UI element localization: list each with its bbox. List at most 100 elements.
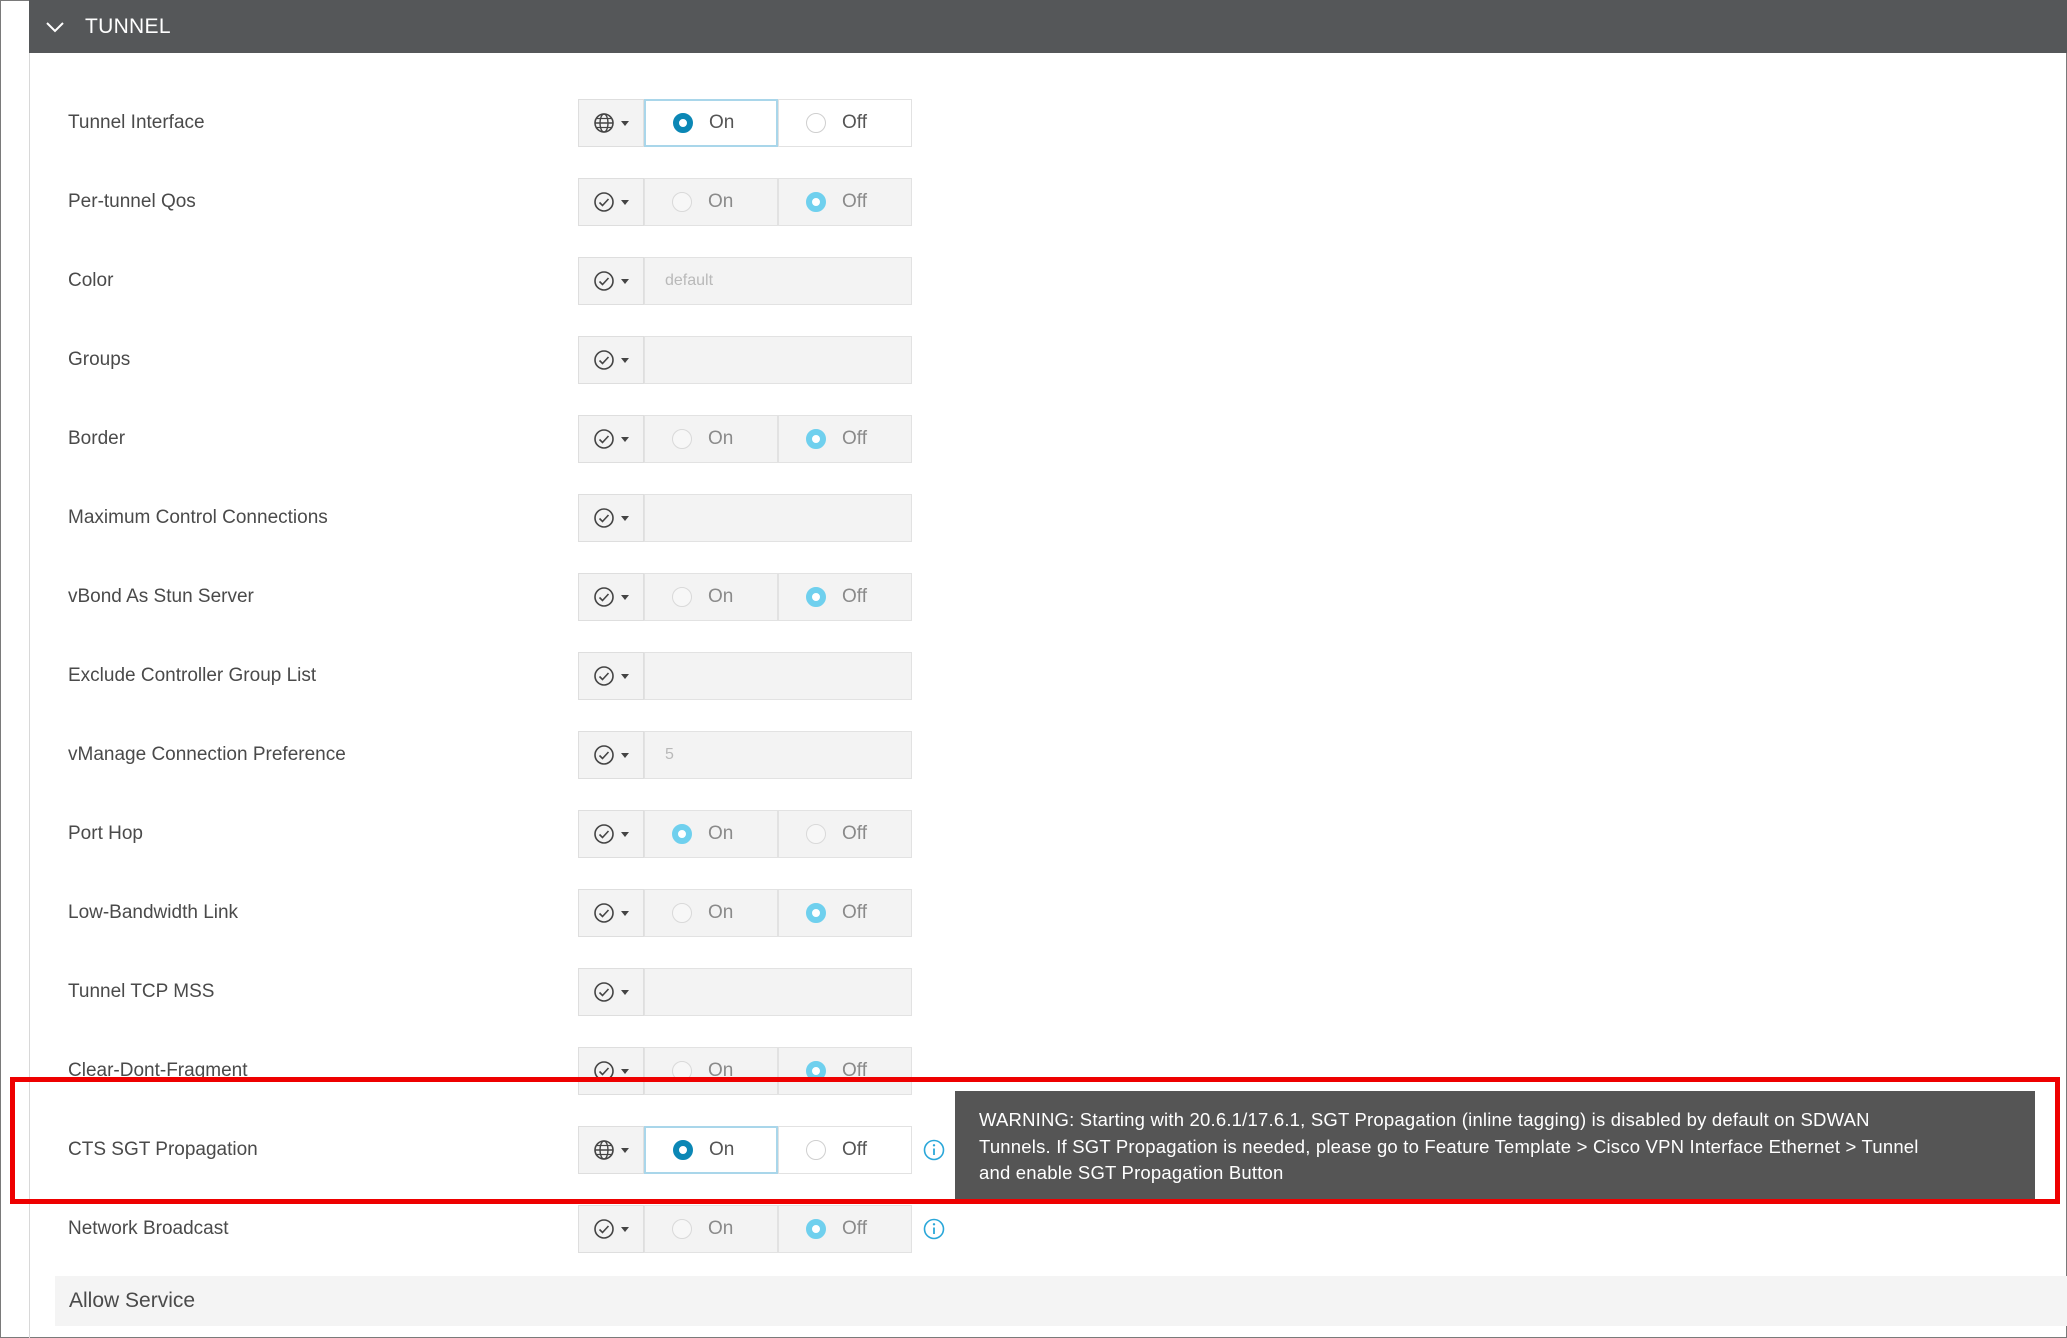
chevron-down-icon[interactable] <box>43 15 67 39</box>
radio-label: On <box>708 1218 734 1239</box>
field-label: Network Broadcast <box>68 1218 229 1239</box>
form-row: Maximum Control Connections <box>0 492 2067 544</box>
scope-dropdown[interactable] <box>578 336 644 384</box>
scope-dropdown[interactable] <box>578 178 644 226</box>
radio-label: Off <box>842 823 867 844</box>
scope-dropdown[interactable] <box>578 1205 644 1253</box>
field-label: Low-Bandwidth Link <box>68 902 239 923</box>
radio-option-on[interactable]: On <box>644 810 778 858</box>
form-row: Port Hop On Off <box>0 808 2067 860</box>
scope-dropdown[interactable] <box>578 257 644 305</box>
info-icon[interactable] <box>923 1218 945 1240</box>
scope-dropdown[interactable] <box>578 652 644 700</box>
form-row: Border On Off <box>0 413 2067 465</box>
radio-selected-icon <box>806 587 826 607</box>
scope-dropdown[interactable] <box>578 494 644 542</box>
form-row: Tunnel Interface On Off <box>0 97 2067 149</box>
radio-option-off[interactable]: Off <box>778 99 912 147</box>
field-label: Groups <box>68 349 131 370</box>
check-circle-icon <box>593 428 615 450</box>
scope-dropdown[interactable] <box>578 731 644 779</box>
radio-option-on[interactable]: On <box>644 99 778 147</box>
scope-dropdown[interactable] <box>578 889 644 937</box>
form-row: Tunnel TCP MSS <box>0 966 2067 1018</box>
radio-option-on[interactable]: On <box>644 573 778 621</box>
radio-option-off[interactable]: Off <box>778 178 912 226</box>
radio-option-off[interactable]: Off <box>778 573 912 621</box>
radio-label: On <box>708 586 734 607</box>
check-circle-icon <box>593 902 615 924</box>
radio-option-on[interactable]: On <box>644 889 778 937</box>
text-input[interactable] <box>644 494 912 542</box>
form-row: vBond As Stun Server On Off <box>0 571 2067 623</box>
form-row: Color default <box>0 255 2067 307</box>
check-circle-icon <box>593 1218 615 1240</box>
radio-label: On <box>708 902 734 923</box>
text-input[interactable]: 5 <box>644 731 912 779</box>
check-circle-icon <box>593 586 615 608</box>
tooltip-line: Tunnels. If SGT Propagation is needed, p… <box>979 1135 1919 1157</box>
radio-option-off[interactable]: Off <box>778 889 912 937</box>
text-input[interactable] <box>644 336 912 384</box>
check-circle-icon <box>593 981 615 1003</box>
form-row: Low-Bandwidth Link On Off <box>0 887 2067 939</box>
radio-selected-icon <box>806 429 826 449</box>
scope-dropdown[interactable] <box>578 573 644 621</box>
radio-selected-icon <box>806 1219 826 1239</box>
radio-label: Off <box>842 1218 867 1239</box>
text-input[interactable]: default <box>644 257 912 305</box>
radio-label: Off <box>842 902 867 923</box>
radio-option-off[interactable]: Off <box>778 1205 912 1253</box>
check-circle-icon <box>593 665 615 687</box>
radio-option-on[interactable]: On <box>644 1205 778 1253</box>
caret-down-icon <box>621 436 629 442</box>
radio-label: Off <box>842 112 867 133</box>
caret-down-icon <box>621 1068 629 1074</box>
check-circle-icon <box>593 191 615 213</box>
globe-icon <box>593 112 615 134</box>
radio-unselected-icon <box>806 824 826 844</box>
radio-unselected-icon <box>672 903 692 923</box>
tunnel-section-header[interactable]: TUNNEL <box>29 0 2067 53</box>
field-label: Tunnel TCP MSS <box>68 981 215 1002</box>
radio-unselected-icon <box>672 1219 692 1239</box>
field-label: Exclude Controller Group List <box>68 665 317 686</box>
form-row: Per-tunnel Qos On Off <box>0 176 2067 228</box>
radio-option-off[interactable]: Off <box>778 810 912 858</box>
scope-dropdown[interactable] <box>578 99 644 147</box>
caret-down-icon <box>621 910 629 916</box>
allow-service-section[interactable]: Allow Service <box>55 1276 2067 1326</box>
text-input[interactable] <box>644 652 912 700</box>
text-input[interactable] <box>644 968 912 1016</box>
caret-down-icon <box>621 515 629 521</box>
section-title: TUNNEL <box>85 14 171 38</box>
field-label: Port Hop <box>68 823 143 844</box>
radio-option-on[interactable]: On <box>644 178 778 226</box>
warning-tooltip: WARNING: Starting with 20.6.1/17.6.1, SG… <box>955 1091 2035 1199</box>
caret-down-icon <box>621 673 629 679</box>
form-row: Network Broadcast On Off <box>0 1203 2067 1255</box>
check-circle-icon <box>593 349 615 371</box>
caret-down-icon <box>621 594 629 600</box>
caret-down-icon <box>621 831 629 837</box>
radio-option-on[interactable]: On <box>644 415 778 463</box>
caret-down-icon <box>621 278 629 284</box>
radio-selected-icon <box>806 903 826 923</box>
scope-dropdown[interactable] <box>578 810 644 858</box>
field-label: Per-tunnel Qos <box>68 191 196 212</box>
scope-dropdown[interactable] <box>578 415 644 463</box>
radio-label: Off <box>842 191 867 212</box>
field-label: Border <box>68 428 126 449</box>
radio-label: On <box>708 191 734 212</box>
tooltip-line: and enable SGT Propagation Button <box>979 1162 1284 1183</box>
radio-option-off[interactable]: Off <box>778 415 912 463</box>
field-label: vBond As Stun Server <box>68 586 254 607</box>
field-label: vManage Connection Preference <box>68 744 346 765</box>
check-circle-icon <box>593 507 615 529</box>
scope-dropdown[interactable] <box>578 968 644 1016</box>
caret-down-icon <box>621 199 629 205</box>
caret-down-icon <box>621 1226 629 1232</box>
allow-service-title: Allow Service <box>69 1289 196 1312</box>
field-label: Tunnel Interface <box>68 112 205 133</box>
radio-selected-icon <box>806 192 826 212</box>
